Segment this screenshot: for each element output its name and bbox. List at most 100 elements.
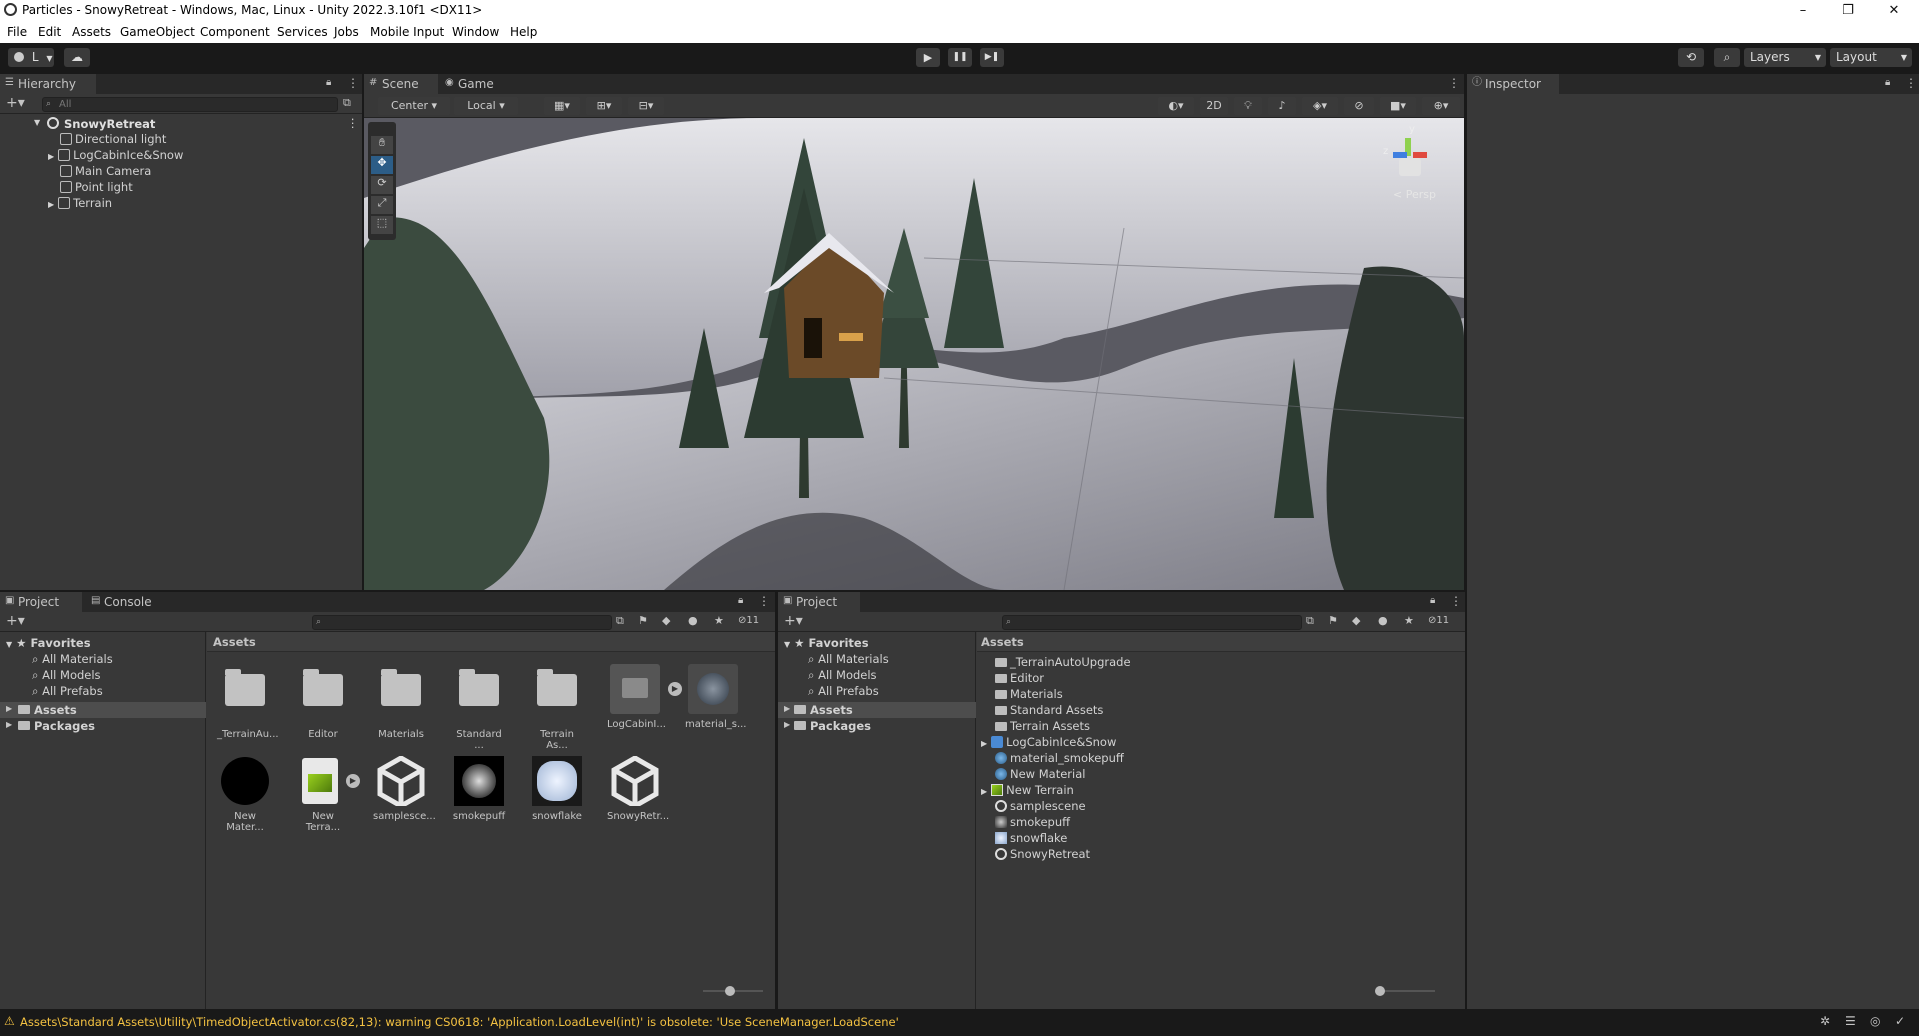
asset-list-item[interactable]: Terrain Assets bbox=[995, 719, 1090, 733]
asset-model[interactable]: ▶ LogCabinI... bbox=[607, 664, 682, 730]
favorite-item[interactable]: ⌕ All Models bbox=[32, 668, 101, 683]
favorite-item[interactable]: ⌕ All Materials bbox=[32, 652, 113, 667]
play-button[interactable]: ▶ bbox=[916, 48, 940, 67]
asset-folder[interactable]: _TerrainAu... bbox=[217, 664, 279, 740]
space-local-dropdown[interactable]: Local ▾ bbox=[454, 97, 518, 115]
asset-folder[interactable]: Materials bbox=[373, 664, 429, 740]
history-button[interactable]: ⟲ bbox=[1678, 48, 1704, 67]
asset-folder[interactable]: Terrain As... bbox=[529, 664, 585, 751]
effects-dropdown[interactable]: ◈▾ bbox=[1302, 97, 1338, 115]
menu-services[interactable]: Services bbox=[277, 25, 328, 39]
hand-tool-icon[interactable]: ✋︎ bbox=[371, 136, 393, 154]
tab-inspector[interactable]: ⓘ Inspector bbox=[1467, 74, 1559, 94]
move-tool-icon[interactable]: ✥ bbox=[371, 156, 393, 174]
favorite-item[interactable]: ⌕ All Models bbox=[808, 668, 877, 683]
scene-visibility-icon[interactable]: ⧉ bbox=[343, 96, 351, 110]
favorite-item[interactable]: ⌕ All Prefabs bbox=[808, 684, 879, 699]
tab-scene[interactable]: # Scene bbox=[364, 74, 438, 94]
warning-filter-icon[interactable]: ● bbox=[1378, 614, 1388, 627]
maximize-button[interactable]: ❐ bbox=[1826, 0, 1870, 21]
slider-handle[interactable] bbox=[725, 986, 735, 996]
asset-terrain[interactable]: ▶ New Terra... bbox=[295, 756, 360, 833]
asset-list-item[interactable]: Materials bbox=[995, 687, 1063, 701]
grid-snap-button[interactable]: ▦▾ bbox=[544, 97, 580, 115]
add-icon[interactable]: +▾ bbox=[6, 613, 25, 629]
status-message[interactable]: Assets\Standard Assets\Utility\TimedObje… bbox=[20, 1015, 899, 1029]
expand-arrow-icon[interactable]: ▼ bbox=[34, 118, 40, 127]
menu-mobile-input[interactable]: Mobile Input bbox=[370, 25, 444, 39]
search-by-type-icon[interactable]: ⧉ bbox=[1306, 614, 1314, 628]
assets-row[interactable]: ▶ Assets bbox=[778, 702, 976, 718]
asset-list-item[interactable]: material_smokepuff bbox=[995, 751, 1124, 765]
minimize-button[interactable]: – bbox=[1781, 0, 1825, 21]
asset-list-item[interactable]: Standard Assets bbox=[995, 703, 1103, 717]
hierarchy-item[interactable]: ▶ LogCabinIce&Snow bbox=[48, 148, 183, 162]
menu-window[interactable]: Window bbox=[452, 25, 499, 39]
label-icon[interactable]: ◆ bbox=[1352, 614, 1360, 627]
asset-texture[interactable]: snowflake bbox=[529, 756, 585, 822]
draw-mode-dropdown[interactable]: ◐▾ bbox=[1158, 97, 1194, 115]
favorites-row[interactable]: ▼ ★ Favorites bbox=[6, 636, 91, 650]
audio-toggle[interactable]: ♪ bbox=[1268, 97, 1296, 115]
more-options-icon[interactable]: ⋮ bbox=[347, 116, 359, 130]
search-by-label-icon[interactable]: ⚑ bbox=[638, 614, 648, 627]
asset-folder[interactable]: Editor bbox=[295, 664, 351, 740]
tab-console[interactable]: ▤ Console bbox=[86, 592, 166, 612]
asset-list-item[interactable]: snowflake bbox=[995, 831, 1067, 845]
thumbnail-size-slider[interactable] bbox=[703, 986, 763, 996]
hidden-objects-toggle[interactable]: ⊘ bbox=[1344, 97, 1374, 115]
lighting-toggle[interactable]: 💡︎ bbox=[1234, 97, 1262, 115]
asset-list-item[interactable]: ▶ LogCabinIce&Snow bbox=[981, 735, 1116, 749]
project-right-search-input[interactable]: ⌕ bbox=[1002, 615, 1302, 630]
favorite-item[interactable]: ⌕ All Materials bbox=[808, 652, 889, 667]
favorite-item[interactable]: ⌕ All Prefabs bbox=[32, 684, 103, 699]
tab-game[interactable]: ◉ Game bbox=[440, 74, 506, 94]
search-by-type-icon[interactable]: ⧉ bbox=[616, 614, 624, 628]
asset-list-item[interactable]: New Material bbox=[995, 767, 1085, 781]
more-options-icon[interactable]: ⋮ bbox=[1905, 76, 1917, 90]
asset-list-item[interactable]: smokepuff bbox=[995, 815, 1070, 829]
packages-row[interactable]: ▶ Packages bbox=[0, 718, 206, 734]
pause-button[interactable]: ❚❚ bbox=[948, 48, 972, 67]
asset-list-item[interactable]: ▶ New Terrain bbox=[981, 783, 1074, 797]
search-button[interactable]: ⌕ bbox=[1714, 48, 1740, 67]
progress-icon[interactable]: ◎ bbox=[1870, 1014, 1880, 1028]
menu-jobs[interactable]: Jobs bbox=[334, 25, 359, 39]
camera-dropdown[interactable]: ■▾ bbox=[1380, 97, 1416, 115]
project-left-search-input[interactable]: ⌕ bbox=[312, 615, 612, 630]
play-preview-icon[interactable]: ▶ bbox=[668, 682, 682, 696]
collapsed-arrow-icon[interactable]: ▶ bbox=[6, 720, 12, 729]
cache-server-icon[interactable]: ☰ bbox=[1845, 1014, 1856, 1028]
collapsed-arrow-icon[interactable]: ▶ bbox=[784, 704, 790, 713]
tab-project[interactable]: ▣ Project bbox=[0, 592, 82, 612]
hidden-packages-toggle[interactable]: ⊘11 bbox=[1428, 615, 1449, 626]
play-preview-icon[interactable]: ▶ bbox=[346, 774, 360, 788]
thumbnail-size-slider[interactable] bbox=[1375, 986, 1435, 996]
gizmo-center-cube[interactable] bbox=[1399, 158, 1421, 176]
hierarchy-item[interactable]: Point light bbox=[60, 180, 133, 194]
expand-arrow-icon[interactable]: ▼ bbox=[6, 640, 12, 649]
expand-arrow-icon[interactable]: ▼ bbox=[784, 640, 790, 649]
add-icon[interactable]: +▾ bbox=[784, 613, 803, 629]
gizmos-dropdown[interactable]: ⊕▾ bbox=[1422, 97, 1460, 115]
asset-scene[interactable]: samplesce... bbox=[373, 755, 436, 822]
lock-icon[interactable]: 🔒︎ bbox=[1430, 595, 1435, 606]
perspective-label[interactable]: < Persp bbox=[1393, 188, 1436, 201]
warning-filter-icon[interactable]: ● bbox=[688, 614, 698, 627]
favorite-star-icon[interactable]: ★ bbox=[714, 614, 724, 627]
account-dropdown[interactable]: L ▼ bbox=[8, 48, 54, 67]
rect-tool-icon[interactable]: ⬚ bbox=[371, 216, 393, 234]
menu-assets[interactable]: Assets bbox=[72, 25, 111, 39]
scale-tool-icon[interactable]: ⤢ bbox=[371, 196, 393, 214]
favorites-row[interactable]: ▼ ★ Favorites bbox=[784, 636, 869, 650]
more-options-icon[interactable]: ⋮ bbox=[347, 76, 359, 90]
hidden-packages-toggle[interactable]: ⊘11 bbox=[738, 615, 759, 626]
slider-handle[interactable] bbox=[1375, 986, 1385, 996]
asset-scene[interactable]: SnowyRetr... bbox=[607, 755, 669, 822]
collapsed-arrow-icon[interactable]: ▶ bbox=[48, 152, 54, 161]
menu-help[interactable]: Help bbox=[510, 25, 537, 39]
collapsed-arrow-icon[interactable]: ▶ bbox=[784, 720, 790, 729]
asset-list-item[interactable]: samplescene bbox=[995, 799, 1086, 813]
asset-texture[interactable]: smokepuff bbox=[451, 756, 507, 822]
label-icon[interactable]: ◆ bbox=[662, 614, 670, 627]
